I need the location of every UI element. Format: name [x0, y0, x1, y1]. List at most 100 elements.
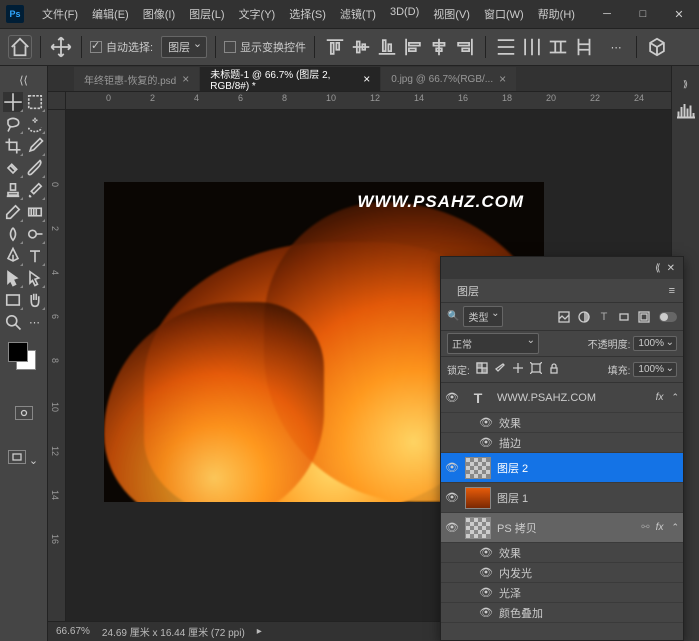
- marquee-tool[interactable]: [25, 92, 45, 112]
- visibility-icon[interactable]: 👁: [479, 566, 493, 580]
- lock-transparent-icon[interactable]: [476, 362, 488, 377]
- panel-expand-icon[interactable]: ⟨⟨: [14, 70, 34, 90]
- menu-help[interactable]: 帮助(H): [532, 2, 581, 26]
- layer-effect-row[interactable]: 👁 描边: [441, 433, 683, 453]
- layer-row[interactable]: 👁 图层 1: [441, 483, 683, 513]
- layer-effect-row[interactable]: 👁 效果: [441, 413, 683, 433]
- menu-window[interactable]: 窗口(W): [478, 2, 530, 26]
- align-left-icon[interactable]: [401, 35, 425, 59]
- filter-smart-icon[interactable]: [637, 310, 651, 324]
- ruler-vertical[interactable]: 0246810121416: [48, 110, 66, 641]
- panel-header[interactable]: ⟪ ✕: [441, 257, 683, 279]
- close-icon[interactable]: ×: [363, 72, 370, 86]
- panel-menu-icon[interactable]: ≡: [669, 285, 675, 297]
- lock-all-icon[interactable]: [548, 362, 560, 377]
- visibility-icon[interactable]: 👁: [479, 546, 493, 560]
- screenmode-button[interactable]: [8, 450, 26, 464]
- home-button[interactable]: [8, 35, 32, 59]
- minimize-button[interactable]: ─: [593, 4, 621, 24]
- lock-pixels-icon[interactable]: [494, 362, 506, 377]
- menu-view[interactable]: 视图(V): [427, 2, 476, 26]
- lock-artboard-icon[interactable]: [530, 362, 542, 377]
- distribute-icon[interactable]: [520, 35, 544, 59]
- close-icon[interactable]: ×: [182, 72, 189, 86]
- layer-row-text[interactable]: 👁 T WWW.PSAHZ.COM fx ⌃: [441, 383, 683, 413]
- move-tool-icon[interactable]: [49, 35, 73, 59]
- pen-tool[interactable]: [3, 246, 23, 266]
- fx-badge[interactable]: fx: [656, 522, 664, 533]
- visibility-icon[interactable]: 👁: [445, 491, 459, 505]
- stamp-tool[interactable]: [3, 180, 23, 200]
- menu-select[interactable]: 选择(S): [283, 2, 332, 26]
- doc-dimensions[interactable]: 24.69 厘米 x 16.44 厘米 (72 ppi): [102, 624, 245, 639]
- opacity-value[interactable]: 100%: [633, 336, 677, 351]
- menu-filter[interactable]: 滤镜(T): [334, 2, 382, 26]
- blend-mode-dropdown[interactable]: 正常: [447, 333, 539, 354]
- type-tool[interactable]: [25, 246, 45, 266]
- menu-3d[interactable]: 3D(D): [384, 2, 425, 26]
- blur-tool[interactable]: [3, 224, 23, 244]
- dodge-tool[interactable]: [25, 224, 45, 244]
- fx-badge[interactable]: fx: [656, 392, 664, 403]
- layer-effect-row[interactable]: 👁 颜色叠加: [441, 603, 683, 623]
- doc-tab[interactable]: 年终钜惠-恢复的.psd×: [74, 67, 199, 91]
- layers-tab[interactable]: 图层: [449, 280, 487, 302]
- menu-type[interactable]: 文字(Y): [233, 2, 282, 26]
- doc-tab[interactable]: 0.jpg @ 66.7%(RGB/...×: [381, 67, 516, 91]
- menu-edit[interactable]: 编辑(E): [86, 2, 135, 26]
- visibility-icon[interactable]: 👁: [445, 521, 459, 535]
- layer-name[interactable]: PS 拷贝: [497, 520, 635, 536]
- layer-name[interactable]: 图层 2: [497, 460, 679, 476]
- align-vcenter-icon[interactable]: [349, 35, 373, 59]
- filter-type-icon[interactable]: T: [597, 310, 611, 324]
- filter-adjust-icon[interactable]: [577, 310, 591, 324]
- distribute-icon[interactable]: [546, 35, 570, 59]
- hand-tool[interactable]: [25, 290, 45, 310]
- layer-thumb[interactable]: [465, 457, 491, 479]
- close-icon[interactable]: ×: [499, 72, 506, 86]
- close-panel-icon[interactable]: ✕: [667, 263, 675, 274]
- zoom-tool[interactable]: [3, 312, 23, 332]
- path-select-tool[interactable]: [3, 268, 23, 288]
- menu-file[interactable]: 文件(F): [36, 2, 84, 26]
- auto-select-dropdown[interactable]: 图层: [161, 36, 207, 58]
- layers-panel[interactable]: ⟪ ✕ 图层 ≡ 🔍 类型 T 正常 不透明度: 100% 锁定:: [440, 256, 684, 641]
- more-options-icon[interactable]: ⋯: [604, 35, 628, 59]
- visibility-icon[interactable]: 👁: [479, 416, 493, 430]
- layer-row[interactable]: 👁 图层 2: [441, 453, 683, 483]
- doc-tab[interactable]: 未标题-1 @ 66.7% (图层 2, RGB/8#) *×: [200, 67, 380, 91]
- color-swatches[interactable]: [2, 340, 46, 376]
- direct-select-tool[interactable]: [25, 268, 45, 288]
- ruler-horizontal[interactable]: 02468101214161820222426: [66, 92, 671, 110]
- visibility-icon[interactable]: 👁: [479, 436, 493, 450]
- layer-effect-row[interactable]: 👁 内发光: [441, 563, 683, 583]
- layer-effect-row[interactable]: 👁 效果: [441, 543, 683, 563]
- menu-layer[interactable]: 图层(L): [183, 2, 230, 26]
- edit-toolbar[interactable]: ⋯: [25, 312, 45, 332]
- fx-collapse-icon[interactable]: ⌃: [671, 392, 679, 403]
- healing-tool[interactable]: [3, 158, 23, 178]
- eyedropper-tool[interactable]: [25, 136, 45, 156]
- visibility-icon[interactable]: 👁: [445, 461, 459, 475]
- quick-select-tool[interactable]: [25, 114, 45, 134]
- maximize-button[interactable]: □: [629, 4, 657, 24]
- layer-row-smart[interactable]: 👁 PS 拷贝 ⚯ fx ⌃: [441, 513, 683, 543]
- visibility-icon[interactable]: 👁: [479, 586, 493, 600]
- shape-tool[interactable]: [3, 290, 23, 310]
- brush-tool[interactable]: [25, 158, 45, 178]
- distribute-icon[interactable]: [494, 35, 518, 59]
- filter-shape-icon[interactable]: [617, 310, 631, 324]
- layer-thumb[interactable]: [465, 517, 491, 539]
- align-top-icon[interactable]: [323, 35, 347, 59]
- layer-name[interactable]: WWW.PSAHZ.COM: [497, 392, 650, 404]
- ruler-corner[interactable]: [48, 92, 66, 110]
- histogram-panel-icon[interactable]: [674, 98, 698, 122]
- visibility-icon[interactable]: 👁: [445, 391, 459, 405]
- collapse-icon[interactable]: ⟪: [655, 263, 661, 274]
- auto-select-check[interactable]: 自动选择:: [90, 39, 153, 55]
- filter-toggle[interactable]: [659, 312, 677, 322]
- fx-collapse-icon[interactable]: ⌃: [671, 522, 679, 533]
- 3d-mode-icon[interactable]: [645, 35, 669, 59]
- close-button[interactable]: ✕: [665, 4, 693, 24]
- move-tool[interactable]: [3, 92, 23, 112]
